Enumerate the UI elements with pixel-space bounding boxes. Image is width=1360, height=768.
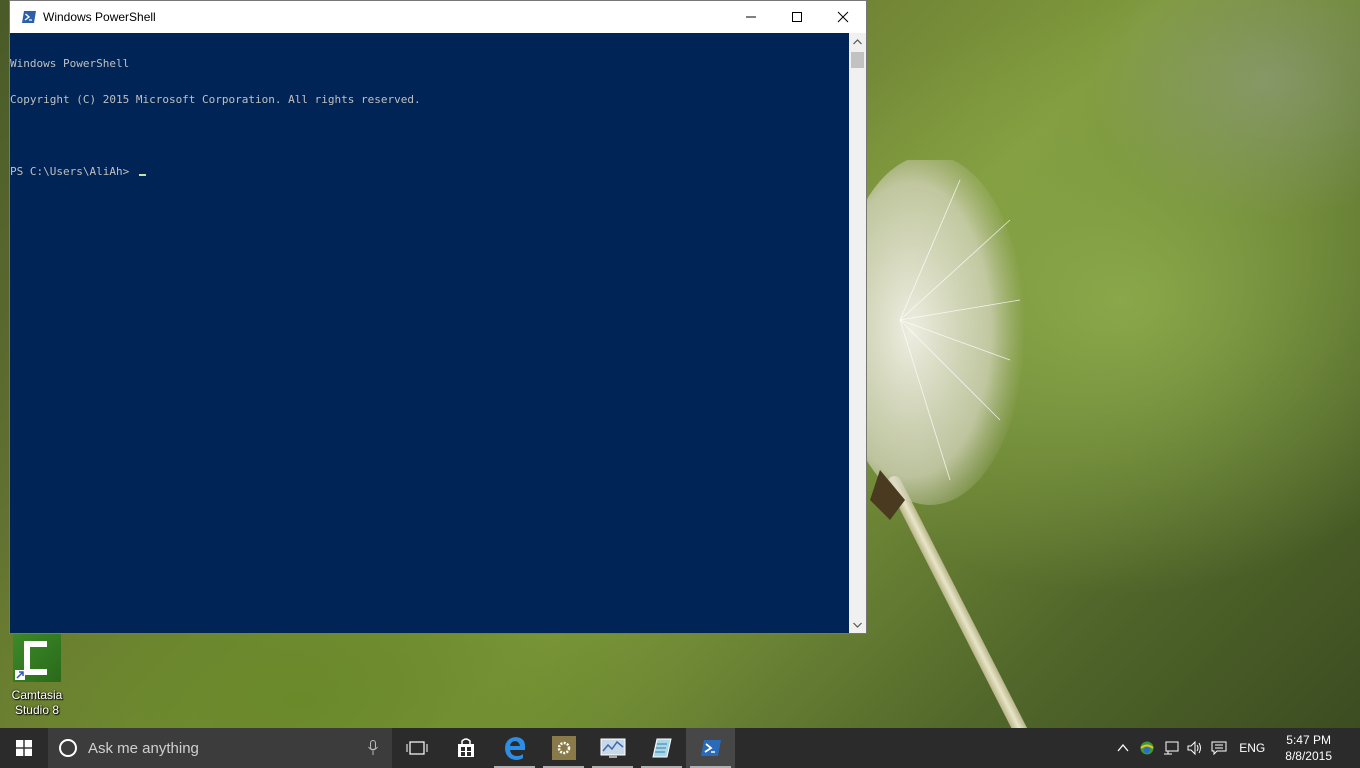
- message-icon: [1211, 741, 1227, 756]
- console-line: Copyright (C) 2015 Microsoft Corporation…: [10, 93, 421, 106]
- taskbar-app-network-monitor[interactable]: [588, 728, 637, 768]
- notepad-icon: [651, 738, 672, 758]
- network-button[interactable]: [1159, 728, 1183, 768]
- windows-logo-icon: [16, 740, 32, 756]
- chevron-down-icon: [853, 622, 862, 628]
- clock[interactable]: 5:47 PM 8/8/2015: [1275, 732, 1346, 764]
- desktop-icon-camtasia[interactable]: Camtasia Studio 8: [4, 634, 70, 718]
- powershell-window[interactable]: Windows PowerShell Windows PowerShell Co…: [9, 0, 867, 634]
- cortana-icon: [59, 739, 77, 757]
- task-view-button[interactable]: [392, 728, 441, 768]
- taskbar-app-powershell[interactable]: [686, 728, 735, 768]
- volume-button[interactable]: [1183, 728, 1207, 768]
- edge-icon: [504, 737, 525, 760]
- taskbar-app-edge[interactable]: [490, 728, 539, 768]
- powershell-icon: [22, 11, 36, 23]
- action-center-button[interactable]: [1207, 728, 1231, 768]
- search-placeholder: Ask me anything: [88, 739, 199, 757]
- title-bar[interactable]: Windows PowerShell: [10, 1, 866, 33]
- clock-time: 5:47 PM: [1286, 733, 1331, 747]
- vertical-scrollbar[interactable]: [849, 33, 866, 633]
- taskbar-app-notepad[interactable]: [637, 728, 686, 768]
- tray-app-button[interactable]: [1135, 728, 1159, 768]
- chevron-up-icon: [1117, 744, 1129, 752]
- globe-app-icon: [1140, 741, 1154, 755]
- close-icon: [837, 11, 849, 23]
- console-prompt-line[interactable]: PS C:\Users\AliAh>: [10, 166, 850, 178]
- desktop-icon-label: Camtasia Studio 8: [11, 688, 63, 717]
- camtasia-icon: [13, 634, 61, 682]
- taskbar: Ask me anything ENG 5:47 PM 8/8/2015: [0, 728, 1360, 768]
- microphone-icon[interactable]: [368, 740, 378, 756]
- console-prompt: PS C:\Users\AliAh>: [10, 165, 136, 178]
- clock-date: 8/8/2015: [1285, 749, 1332, 763]
- dandelion-flower: [860, 160, 1025, 520]
- language-indicator[interactable]: ENG: [1231, 741, 1275, 755]
- scroll-up-button[interactable]: [849, 33, 866, 50]
- minimize-icon: [746, 16, 756, 18]
- speaker-icon: [1187, 740, 1202, 756]
- taskbar-app-settings[interactable]: [539, 728, 588, 768]
- show-hidden-icons-button[interactable]: [1111, 728, 1135, 768]
- close-button[interactable]: [820, 1, 866, 33]
- minimize-button[interactable]: [728, 1, 774, 33]
- chevron-up-icon: [853, 38, 862, 44]
- maximize-icon: [792, 12, 802, 22]
- scroll-down-button[interactable]: [849, 616, 866, 633]
- network-monitor-icon: [600, 738, 625, 758]
- gear-icon: [557, 741, 570, 755]
- system-tray: ENG 5:47 PM 8/8/2015: [1111, 728, 1360, 768]
- text-cursor: [138, 174, 146, 176]
- start-button[interactable]: [0, 728, 48, 768]
- console-output[interactable]: Windows PowerShell Copyright (C) 2015 Mi…: [10, 33, 850, 633]
- scroll-thumb[interactable]: [851, 52, 864, 68]
- console-line: Windows PowerShell: [10, 57, 130, 70]
- network-icon: [1164, 741, 1179, 755]
- store-icon: [457, 738, 474, 757]
- powershell-icon: [700, 740, 721, 756]
- taskbar-app-store[interactable]: [441, 728, 490, 768]
- search-box[interactable]: Ask me anything: [48, 728, 392, 768]
- task-view-icon: [406, 741, 427, 755]
- maximize-button[interactable]: [774, 1, 820, 33]
- window-title: Windows PowerShell: [43, 10, 156, 24]
